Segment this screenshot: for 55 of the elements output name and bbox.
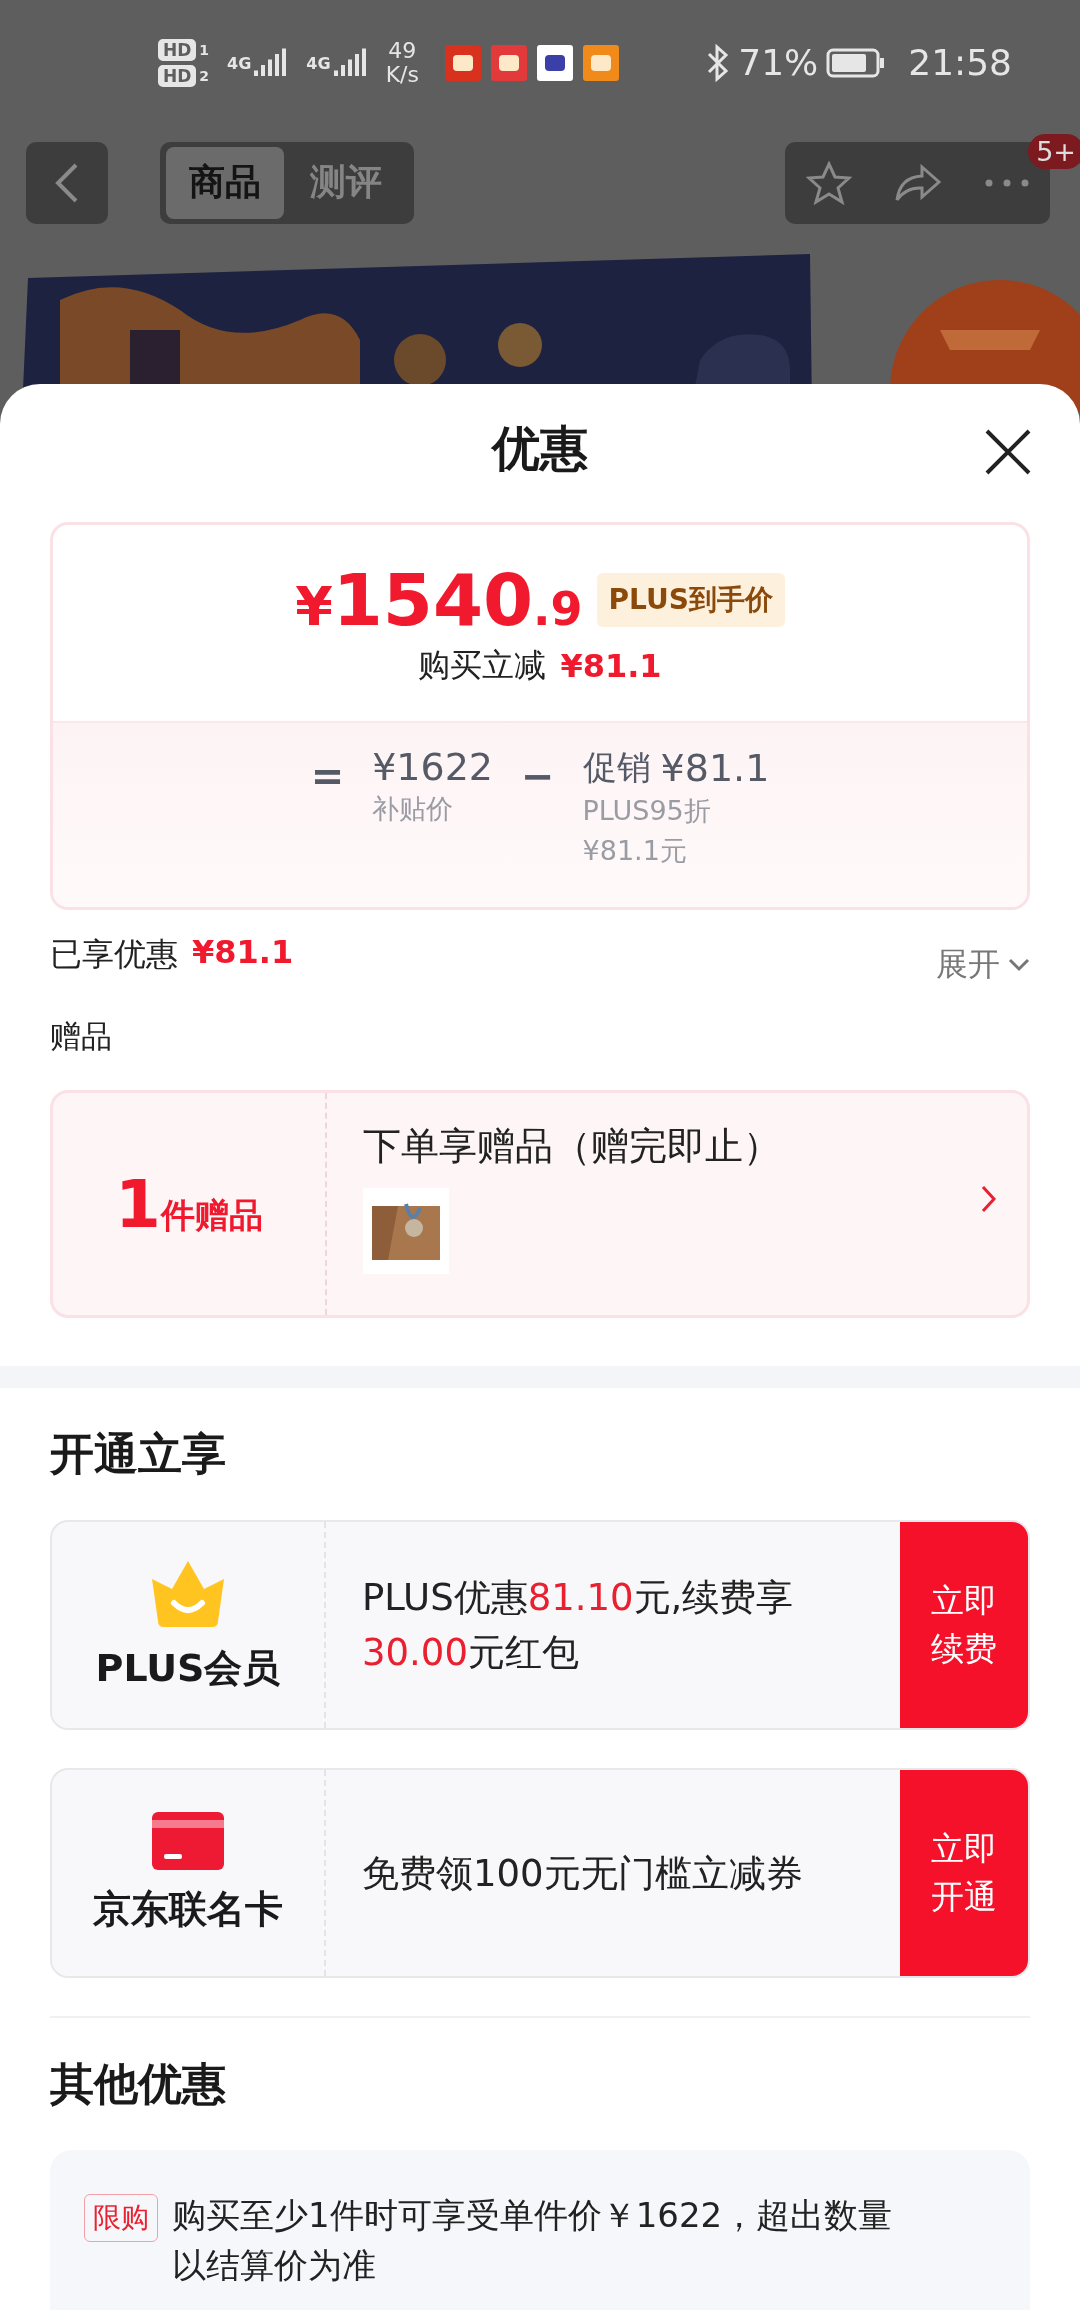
offer-name: PLUS会员 <box>95 1644 281 1692</box>
price-tag: PLUS到手价 <box>596 573 785 627</box>
promo-label: 促销 <box>582 746 651 789</box>
expand-toggle[interactable]: 展开 <box>936 943 1030 987</box>
promo-amount: ¥81.1 <box>660 746 770 790</box>
gift-heading: 赠品 <box>50 1017 113 1056</box>
minus-sign: − <box>521 753 555 801</box>
battery-percent: 71% <box>738 42 819 83</box>
network-label: 4G <box>227 53 252 73</box>
sim-slot: 1 <box>199 41 210 58</box>
speed-unit: K/s <box>385 62 419 87</box>
discount-label: 购买立减 <box>418 645 547 686</box>
offer-button[interactable]: 立即开通 <box>900 1770 1028 1976</box>
limit-tag: 限购 <box>84 2194 158 2242</box>
sim-slot: 2 <box>199 67 210 84</box>
section-heading: 其他优惠 <box>50 2056 227 2111</box>
gift-title: 下单享赠品（赠完即止） <box>363 1123 782 1170</box>
signal-icon <box>333 47 368 78</box>
gift-count: 1件赠品 <box>115 1165 263 1243</box>
base-price-label: 补贴价 <box>372 792 455 826</box>
clock: 21:58 <box>908 42 1012 83</box>
app-icon <box>536 44 573 81</box>
hd-label: HD <box>158 38 197 61</box>
notification-badge: 5+ <box>1028 133 1080 169</box>
savings-label: 已享优惠 <box>50 934 178 975</box>
equals-sign: = <box>310 753 345 801</box>
tab[interactable]: 测评 <box>284 146 408 219</box>
offer-description: 免费领100元无门槛立减券 <box>362 1850 803 1897</box>
card-icon <box>152 1811 224 1870</box>
promo-note: PLUS95折 <box>582 794 712 828</box>
back-button[interactable] <box>26 141 108 224</box>
signal-icon <box>254 47 289 78</box>
bluetooth-icon <box>706 43 731 82</box>
chevron-down-icon <box>1008 958 1030 972</box>
app-icon <box>444 44 481 81</box>
hd-label: HD <box>158 64 197 87</box>
final-price: ¥1540.9 <box>295 558 583 642</box>
app-icon <box>490 44 527 81</box>
offer-button[interactable]: 立即续费 <box>900 1522 1028 1728</box>
discount-amount: ¥81.1 <box>560 647 662 685</box>
battery-icon <box>826 47 887 78</box>
base-price: ¥1622 <box>372 745 494 789</box>
tab[interactable]: 商品 <box>166 146 284 219</box>
offer-name: 京东联名卡 <box>93 1885 283 1933</box>
promo-note: ¥81.1元 <box>582 834 688 868</box>
sheet-title: 优惠 <box>492 419 588 478</box>
network-label: 4G <box>306 53 331 73</box>
savings-amount: ¥81.1 <box>192 933 294 973</box>
chevron-right-icon[interactable] <box>981 1185 997 1213</box>
offer-rule: 购买至少1件时可享受单件价￥1622，超出数量以结算价为准 <box>172 2194 894 2287</box>
offer-description: PLUS优惠81.10元,续费享 30.00元红包 <box>362 1575 795 1676</box>
app-icon <box>582 44 619 81</box>
gift-card[interactable]: 1件赠品 下单享赠品（赠完即止） <box>50 1090 1030 1318</box>
section-heading: 开通立享 <box>50 1426 227 1481</box>
speed-value: 49 <box>388 38 417 63</box>
